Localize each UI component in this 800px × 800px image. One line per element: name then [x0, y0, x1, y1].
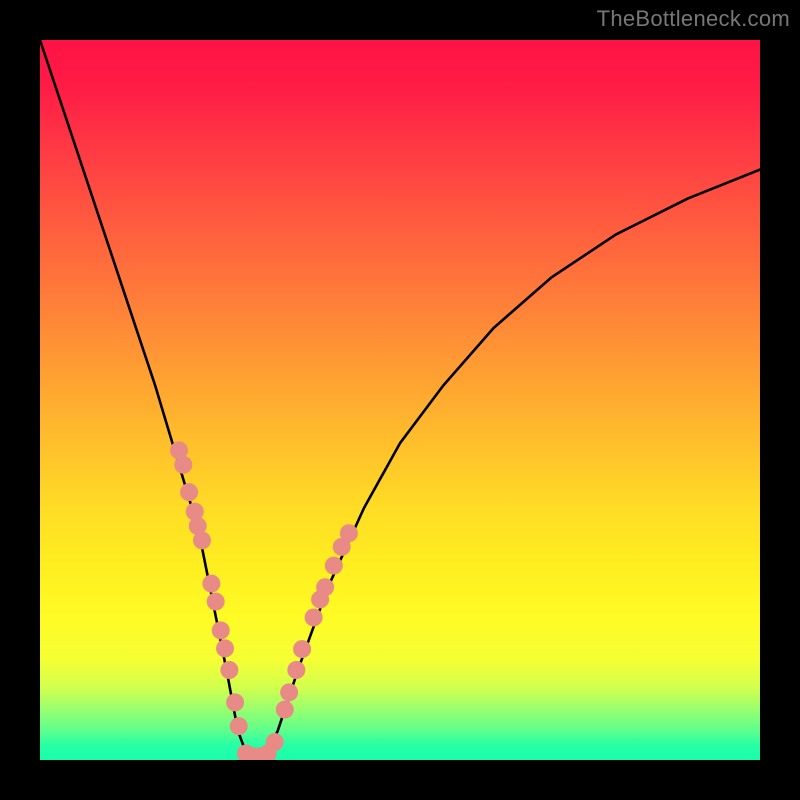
highlight-point [212, 621, 230, 639]
highlight-point [287, 661, 305, 679]
highlight-point [340, 524, 358, 542]
highlight-point [180, 483, 198, 501]
highlight-point [325, 557, 343, 575]
highlight-point [193, 531, 211, 549]
highlight-point [266, 733, 284, 751]
highlight-point [316, 578, 334, 596]
highlight-point [276, 701, 294, 719]
watermark-text: TheBottleneck.com [597, 6, 790, 32]
highlight-point [280, 683, 298, 701]
highlight-point [230, 717, 248, 735]
highlight-point [220, 661, 238, 679]
highlight-point [216, 639, 234, 657]
plot-area [40, 40, 760, 760]
highlight-points-group [170, 441, 358, 760]
highlight-point [305, 608, 323, 626]
chart-frame: TheBottleneck.com [0, 0, 800, 800]
highlight-point [174, 456, 192, 474]
highlight-point [226, 693, 244, 711]
curve-overlay [40, 40, 760, 760]
highlight-point [293, 640, 311, 658]
highlight-point [207, 593, 225, 611]
bottleneck-curve [40, 40, 760, 760]
highlight-point [202, 575, 220, 593]
